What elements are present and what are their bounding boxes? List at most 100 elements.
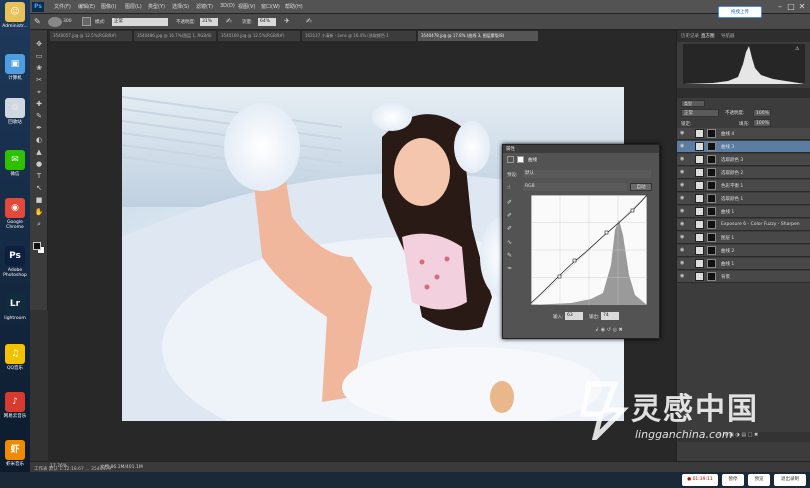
output-field[interactable]: 74 (601, 312, 619, 320)
desktop-icon[interactable]: ◉ Google Chrome (1, 198, 29, 230)
lasso-tool-icon[interactable]: ❀ (33, 64, 45, 73)
layer-row[interactable]: ◉ 曲线 3 (677, 141, 810, 153)
layer-visibility-icon[interactable]: ◉ (680, 221, 684, 227)
document-tab[interactable]: 163137 小清新 - Lens @ 16.4% (选取颜色 1 (302, 31, 416, 41)
eyedropper-white-icon[interactable]: ✐ (507, 225, 512, 232)
layer-visibility-icon[interactable]: ◉ (680, 195, 684, 201)
eyedropper-tool-icon[interactable]: ⌖ (33, 88, 45, 97)
pen-tool-icon[interactable]: ✒ (33, 124, 45, 133)
menu-item[interactable]: 视图(V) (238, 3, 255, 10)
layer-visibility-icon[interactable]: ◉ (680, 169, 684, 175)
desktop-icon[interactable]: ♫ QQ音乐 (1, 344, 29, 371)
document-tab[interactable]: 3540486.jpg @ 16.7%(图层 1, RGB/8) (134, 31, 216, 41)
menu-item[interactable]: 帮助(H) (285, 3, 303, 10)
reset-icon[interactable]: ↺ (607, 327, 611, 333)
desktop-icon[interactable]: ♪ 网易云音乐 (1, 392, 29, 419)
menu-item[interactable]: 3D(D) (220, 3, 235, 9)
layer-visibility-icon[interactable]: ◉ (680, 130, 684, 136)
shape-tool-icon[interactable]: ■ (33, 196, 45, 205)
layer-row[interactable]: ◉ 图层 1 (677, 232, 810, 244)
minimize-button[interactable]: – (775, 1, 785, 12)
layer-visibility-icon[interactable]: ◉ (680, 234, 684, 240)
fill-input[interactable]: 100% (753, 119, 771, 127)
menu-item[interactable]: 窗口(W) (261, 3, 280, 10)
layer-visibility-icon[interactable]: ◉ (680, 260, 684, 266)
blur-tool-icon[interactable]: ● (33, 160, 45, 169)
preset-select[interactable]: 默认 (523, 170, 651, 178)
layer-row[interactable]: ◉ 曲线 1 (677, 258, 810, 270)
channel-select[interactable]: RGB (523, 183, 627, 191)
menu-item[interactable]: 图层(L) (125, 3, 142, 10)
menu-item[interactable]: 图像(I) (101, 3, 116, 10)
preview-button[interactable]: 预览 (748, 474, 770, 486)
layer-row[interactable]: ◉ 曲线 1 (677, 206, 810, 218)
layer-visibility-icon[interactable]: ◉ (680, 247, 684, 253)
target-adjust-icon[interactable]: ☝ (507, 184, 515, 191)
document-tab[interactable]: 3540057.jpg @ 12.5%(RGB/8#) (50, 31, 132, 41)
layer-row[interactable]: ◉ 选取颜色 1 (677, 193, 810, 205)
document-tab[interactable]: 3540478.jpg @ 17.8% (曲线 3, 图层蒙版/8) (418, 31, 538, 41)
foreground-color-swatch[interactable] (33, 242, 41, 250)
eyedropper-black-icon[interactable]: ✐ (507, 199, 512, 206)
close-button[interactable]: ✕ (797, 1, 807, 12)
curve-edit-icon[interactable]: ∿ (507, 239, 512, 246)
menu-item[interactable]: 选择(S) (172, 3, 189, 10)
desktop-icon[interactable]: ☺ Administr... (1, 2, 29, 29)
layer-visibility-icon[interactable]: ◉ (680, 182, 684, 188)
desktop-icon[interactable]: ✉ 微信 (1, 150, 29, 177)
zoom-tool-icon[interactable]: ⌕ (33, 220, 45, 229)
exit-recording-button[interactable]: 退出录制 (774, 474, 806, 486)
layer-visibility-icon[interactable]: ◉ (680, 143, 684, 149)
hand-tool-icon[interactable]: ✋ (33, 208, 45, 217)
pause-button[interactable]: 暂停 (722, 474, 744, 486)
layer-row[interactable]: ◉ 选取颜色 3 (677, 154, 810, 166)
layer-row[interactable]: ◉ 选取颜色 2 (677, 167, 810, 179)
pencil-draw-icon[interactable]: ✎ (507, 252, 512, 259)
desktop-icon[interactable]: ▣ 计算机 (1, 54, 29, 81)
view-previous-icon[interactable]: ◉ (601, 327, 605, 333)
layer-visibility-icon[interactable]: ◉ (680, 208, 684, 214)
blend-mode-select[interactable]: 正常 (681, 109, 719, 117)
layer-row[interactable]: ◉ 曲线 2 (677, 245, 810, 257)
tab-histogram[interactable]: 直方图 (701, 33, 715, 39)
kind-filter-select[interactable]: 类型 (681, 100, 705, 107)
mode-select[interactable]: 正常 (112, 18, 168, 26)
type-tool-icon[interactable]: T (33, 172, 45, 181)
opacity-input[interactable]: 31% (200, 18, 218, 26)
pressure-opacity-icon[interactable]: ✍ (226, 17, 235, 27)
gradient-tool-icon[interactable]: ▲ (33, 148, 45, 157)
dodge-tool-icon[interactable]: ◐ (33, 136, 45, 145)
curves-panel-header[interactable]: 属性 (503, 145, 659, 153)
layer-opacity-input[interactable]: 100% (753, 109, 771, 117)
menu-item[interactable]: 滤镜(T) (196, 3, 213, 10)
smooth-icon[interactable]: ≈ (507, 265, 512, 272)
brush-panel-icon[interactable] (82, 17, 91, 26)
brush-preset-icon[interactable] (48, 17, 62, 27)
curves-graph[interactable] (531, 195, 647, 305)
marquee-tool-icon[interactable]: ▭ (33, 52, 45, 61)
input-field[interactable]: 63 (565, 312, 583, 320)
menu-item[interactable]: 编辑(E) (78, 3, 95, 10)
document-tab[interactable]: 3540169.jpg @ 12.5%(RGB/8#) (218, 31, 300, 41)
layer-row[interactable]: ◉ Exposure 6 - Color Fuzzy - Sharpen (677, 219, 810, 231)
move-tool-icon[interactable]: ✥ (33, 40, 45, 49)
path-select-tool-icon[interactable]: ↖ (33, 184, 45, 193)
clip-to-layer-icon[interactable]: ↲ (595, 327, 599, 333)
trash-icon[interactable]: ✖ (619, 327, 623, 333)
flow-input[interactable]: 64% (258, 18, 276, 26)
layer-row[interactable]: ◉ 曲线 4 (677, 128, 810, 140)
brush-tool-icon[interactable]: ✎ (33, 112, 45, 121)
airbrush-icon[interactable]: ✈ (284, 17, 293, 27)
desktop-icon[interactable]: Ps Adobe Photoshop (1, 246, 29, 278)
crop-tool-icon[interactable]: ✂ (33, 76, 45, 85)
desktop-icon[interactable]: ♲ 回收站 (1, 98, 29, 125)
auto-button[interactable]: 自动 (630, 183, 652, 191)
maximize-button[interactable]: □ (786, 1, 796, 12)
desktop-icon[interactable]: Lr lightroom (1, 294, 29, 321)
layer-visibility-icon[interactable]: ◉ (680, 273, 684, 279)
eyedropper-gray-icon[interactable]: ✐ (507, 212, 512, 219)
mask-icon[interactable] (517, 156, 524, 163)
layer-visibility-icon[interactable]: ◉ (680, 156, 684, 162)
desktop-icon[interactable]: 虾虾米音乐 (1, 440, 29, 467)
layer-row[interactable]: ◉ 色彩平衡 1 (677, 180, 810, 192)
